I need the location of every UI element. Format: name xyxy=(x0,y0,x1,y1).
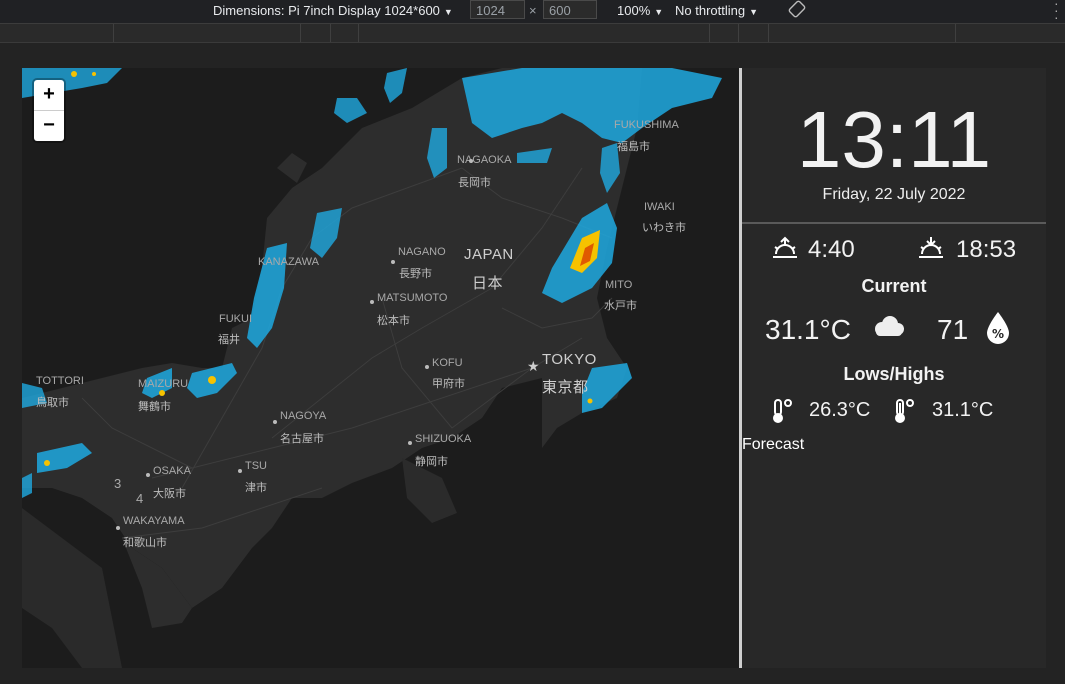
cloud-icon xyxy=(875,316,904,336)
map-label: TSU xyxy=(245,460,267,472)
map-label: 大阪市 xyxy=(153,488,186,500)
map-label: MAIZURU xyxy=(138,378,189,390)
map-label: KOFU xyxy=(432,357,463,369)
map-label: いわき市 xyxy=(642,222,686,234)
city-dot xyxy=(469,159,473,163)
more-options-icon[interactable]: · · · xyxy=(1054,0,1059,24)
rain-radar-map[interactable]: + − NAGAOKA 長岡市 FUKUSHIMA 福島市 IWAKI いわき市… xyxy=(22,68,739,668)
weather-panel: 13:11 Friday, 22 July 2022 4:40 18:53 Cu… xyxy=(742,68,1046,668)
map-label: KANAZAWA xyxy=(258,256,319,268)
zoom-out-button[interactable]: − xyxy=(34,110,64,141)
map-label: 日本 xyxy=(472,275,504,292)
clock-time: 13:11 xyxy=(796,95,992,184)
map-label: 東京都 xyxy=(542,379,589,396)
map-label: NAGOYA xyxy=(280,410,327,422)
route-number: 3 xyxy=(114,476,122,491)
zoom-in-button[interactable]: + xyxy=(34,80,64,110)
map-label: IWAKI xyxy=(644,201,675,213)
city-dot xyxy=(273,420,277,424)
thermometer-high-icon xyxy=(895,399,914,423)
current-date: Friday, 22 July 2022 xyxy=(822,186,966,203)
sunrise-icon xyxy=(773,236,797,258)
device-select[interactable]: Dimensions: Pi 7inch Display 1024*600 ▼ xyxy=(213,3,453,18)
map-label: JAPAN xyxy=(464,246,514,263)
media-query-bar[interactable] xyxy=(0,24,1065,43)
city-dot xyxy=(408,441,412,445)
map-label: 長岡市 xyxy=(458,177,491,189)
thermometer-low-icon xyxy=(773,399,792,423)
lowhigh-header: Lows/Highs xyxy=(843,364,945,384)
map-label: 松本市 xyxy=(377,315,410,327)
city-dot xyxy=(116,526,120,530)
device-toolbar: Dimensions: Pi 7inch Display 1024*600 ▼ 1… xyxy=(0,0,1065,24)
height-input[interactable]: 600 xyxy=(543,0,597,19)
dropdown-arrow-icon: ▼ xyxy=(749,7,759,17)
route-number: 4 xyxy=(136,491,144,506)
map-label: 和歌山市 xyxy=(123,537,167,549)
map-label: OSAKA xyxy=(153,465,191,477)
map-label: 福井 xyxy=(218,334,240,346)
low-temperature: 26.3°C xyxy=(809,399,871,421)
map-canvas xyxy=(22,68,722,668)
map-label: 舞鶴市 xyxy=(138,401,171,413)
rotate-icon[interactable] xyxy=(788,0,806,21)
humidity-value: 71 xyxy=(937,314,969,345)
city-dot xyxy=(238,469,242,473)
zoom-select[interactable]: 100% ▼ xyxy=(617,3,663,18)
map-label: MATSUMOTO xyxy=(377,292,448,304)
city-dot xyxy=(425,365,429,369)
sunset-icon xyxy=(919,237,943,258)
map-label: FUKUI xyxy=(219,313,252,325)
sunset-time: 18:53 xyxy=(956,236,1017,263)
map-label: NAGANO xyxy=(398,246,446,258)
map-label: TOTTORI xyxy=(36,375,84,387)
map-label: TOKYO xyxy=(542,351,597,368)
dropdown-arrow-icon: ▼ xyxy=(654,7,664,17)
city-dot xyxy=(370,300,374,304)
sunrise-time: 4:40 xyxy=(808,236,855,263)
current-temperature: 31.1°C xyxy=(765,314,851,345)
city-dot xyxy=(146,473,150,477)
humidity-icon: % xyxy=(987,312,1009,344)
separator xyxy=(742,222,1046,224)
map-label: NAGAOKA xyxy=(457,154,512,166)
throttle-select[interactable]: No throttling ▼ xyxy=(675,3,758,18)
times-glyph: × xyxy=(529,3,537,18)
map-label: 水戸市 xyxy=(604,300,637,312)
map-label: FUKUSHIMA xyxy=(614,119,679,131)
map-label: 静岡市 xyxy=(415,456,448,468)
map-label: 甲府市 xyxy=(432,378,465,390)
map-label: 津市 xyxy=(245,482,267,494)
dropdown-arrow-icon: ▼ xyxy=(443,7,453,17)
zoom-control: + − xyxy=(34,80,64,141)
capital-star-icon: ★ xyxy=(527,358,540,374)
map-label: 福島市 xyxy=(617,141,650,153)
map-label: 長野市 xyxy=(399,268,432,280)
forecast-label: Forecast xyxy=(742,436,805,453)
map-label: 名古屋市 xyxy=(280,433,324,445)
width-input[interactable]: 1024 xyxy=(470,0,525,19)
map-label: WAKAYAMA xyxy=(123,515,185,527)
map-label: 鳥取市 xyxy=(36,397,69,409)
high-temperature: 31.1°C xyxy=(932,399,994,421)
city-dot xyxy=(391,260,395,264)
current-header: Current xyxy=(861,276,927,296)
map-label: SHIZUOKA xyxy=(415,433,472,445)
svg-text:%: % xyxy=(992,327,1004,341)
map-label: MITO xyxy=(605,279,633,291)
